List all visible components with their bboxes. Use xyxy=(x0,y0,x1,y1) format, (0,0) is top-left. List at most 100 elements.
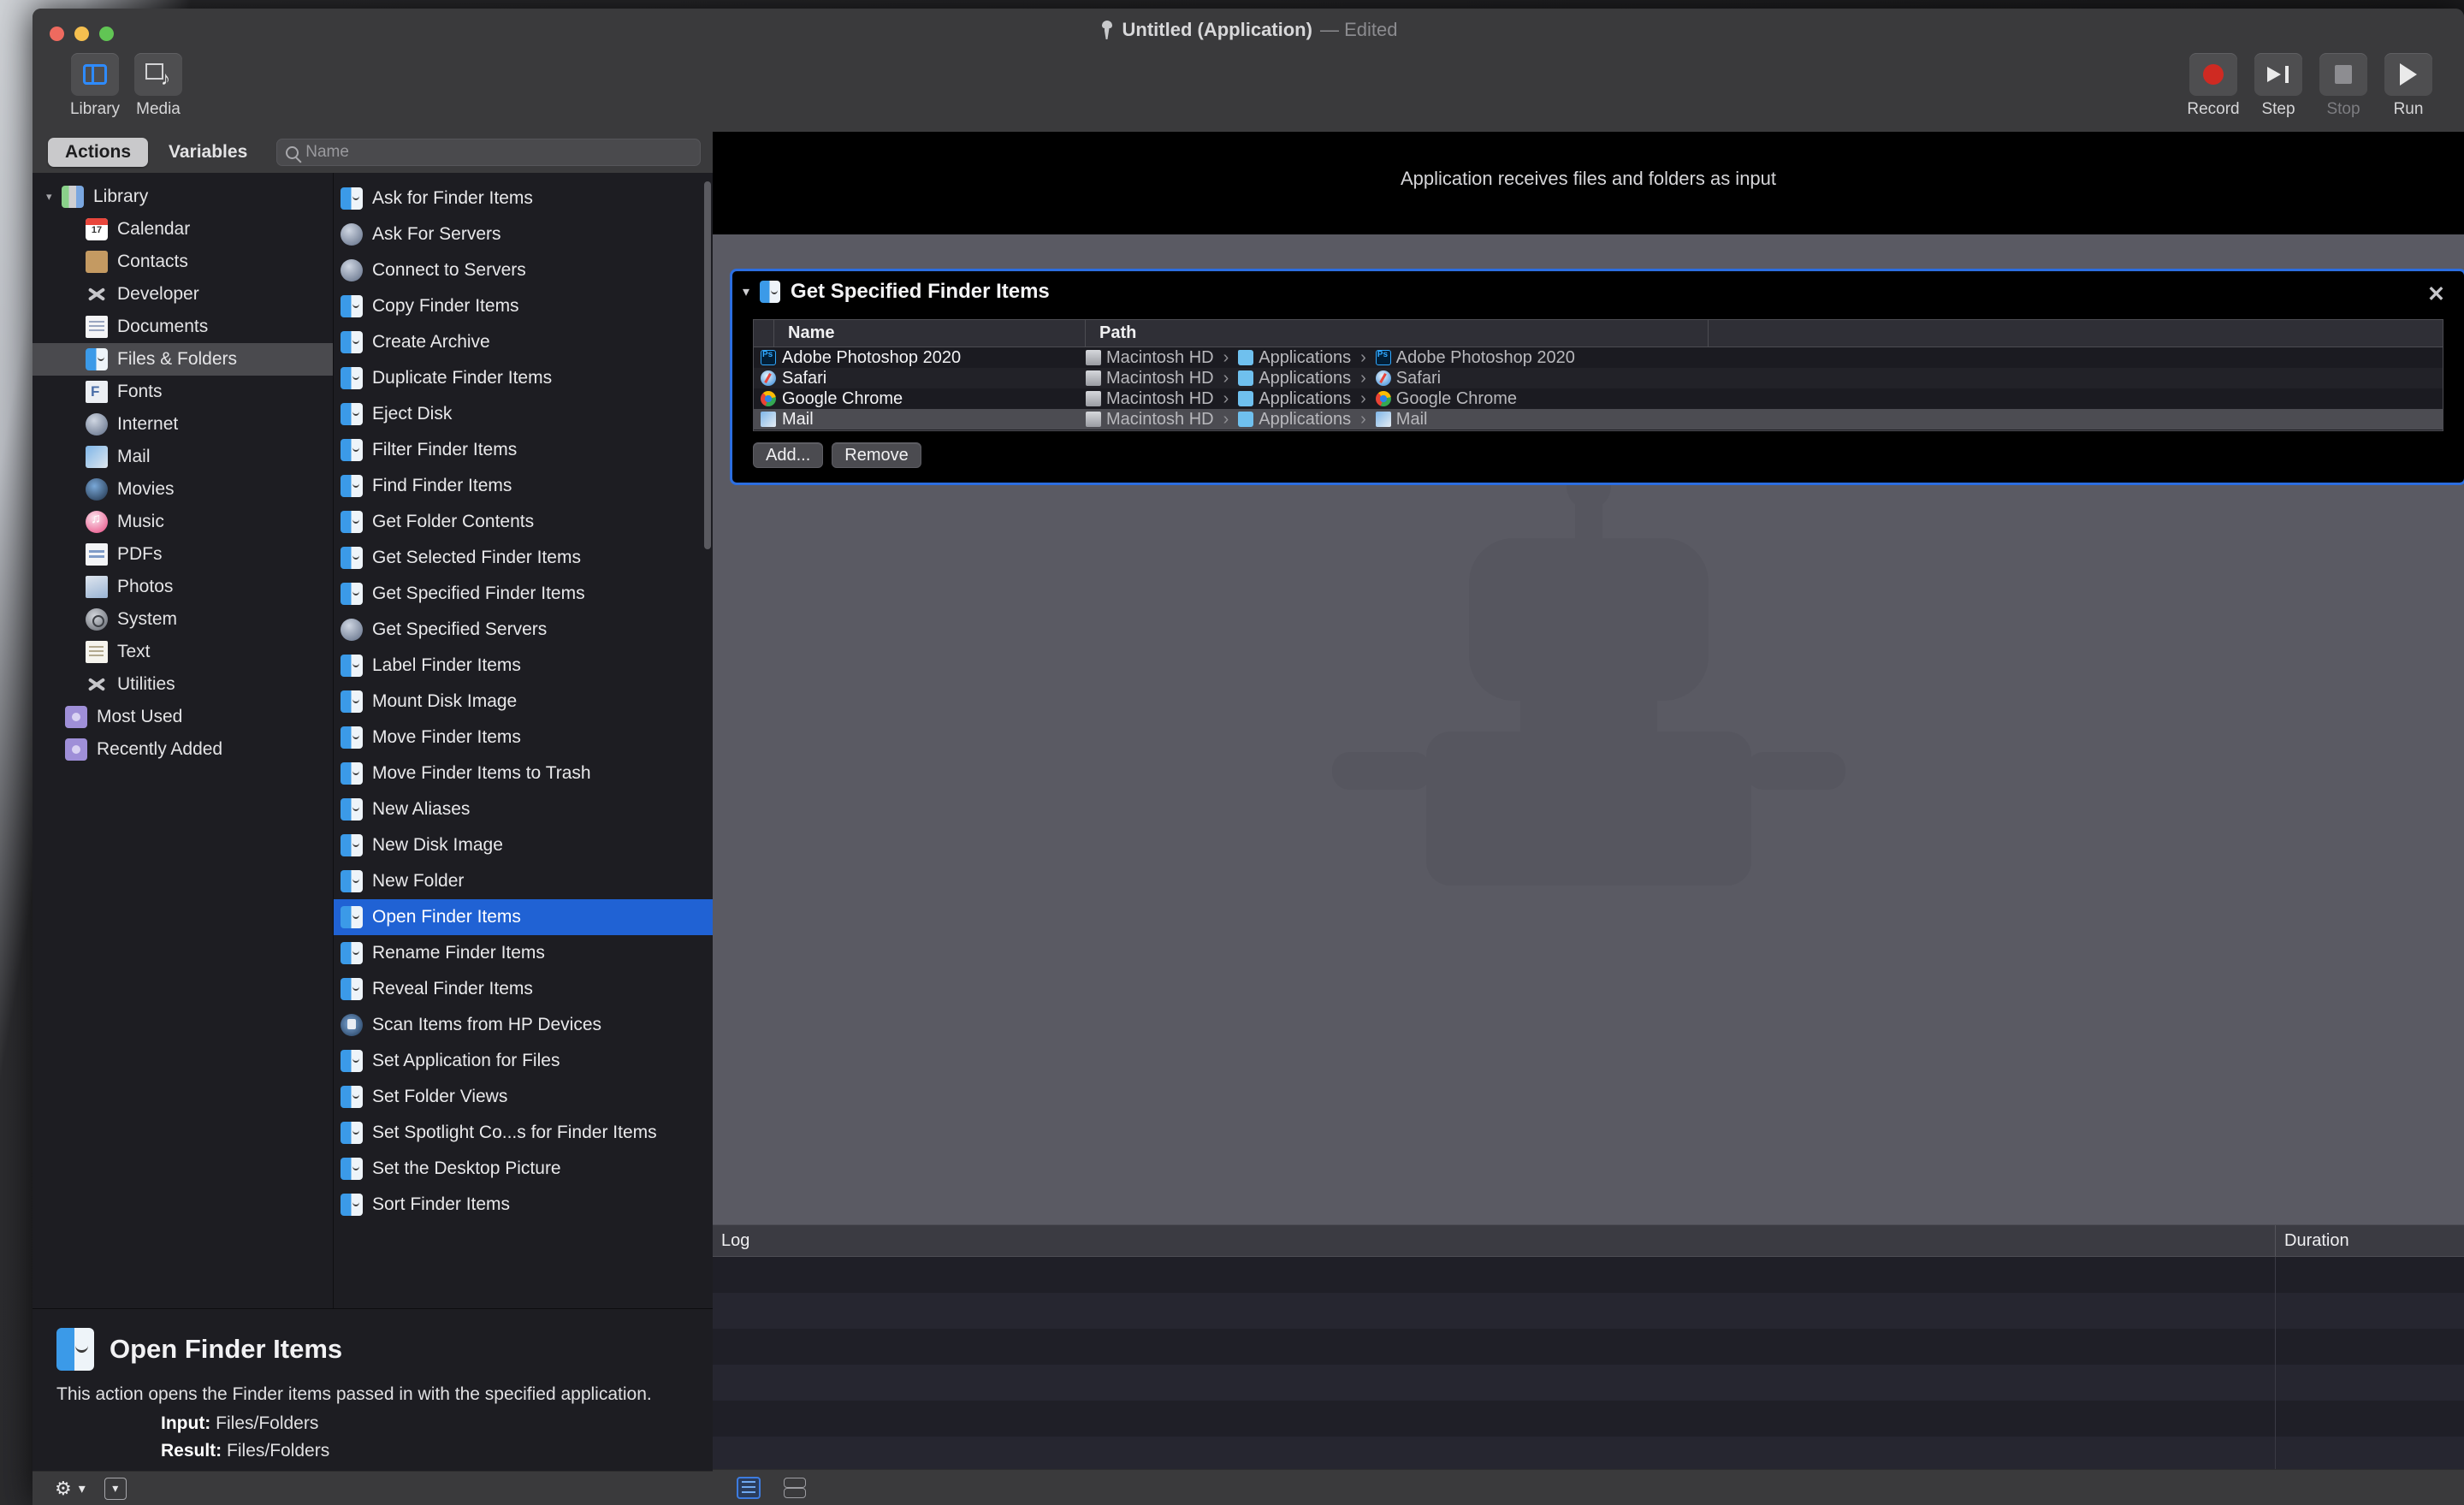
sidebar-item-photos[interactable]: Photos xyxy=(33,571,333,603)
sidebar-item-system[interactable]: System xyxy=(33,603,333,636)
action-item-set-application-for-files[interactable]: Set Application for Files xyxy=(334,1043,713,1079)
action-item-get-selected-finder-items[interactable]: Get Selected Finder Items xyxy=(334,540,713,576)
tab-variables[interactable]: Variables xyxy=(151,138,264,167)
finder-icon xyxy=(341,726,363,749)
add-button[interactable]: Add... xyxy=(753,442,824,468)
action-item-reveal-finder-items[interactable]: Reveal Finder Items xyxy=(334,971,713,1007)
sidebar-item-documents[interactable]: Documents xyxy=(33,311,333,343)
action-item-rename-finder-items[interactable]: Rename Finder Items xyxy=(334,935,713,971)
log-list-view-icon[interactable] xyxy=(737,1476,761,1499)
table-body[interactable]: Adobe Photoshop 2020 Macintosh HD › Applica… xyxy=(754,347,2443,430)
table-col-path[interactable]: Path xyxy=(1086,320,1709,347)
action-item-set-spotlight-co-s-for-finder-items[interactable]: Set Spotlight Co...s for Finder Items xyxy=(334,1115,713,1151)
table-col-name[interactable]: Name xyxy=(774,320,1086,347)
sidebar-item-internet[interactable]: Internet xyxy=(33,408,333,441)
path-segment: Google Chrome xyxy=(1375,389,1517,409)
tab-actions[interactable]: Actions xyxy=(48,138,149,167)
actions-list[interactable]: Ask for Finder Items Ask For Servers Conne… xyxy=(334,173,713,1308)
stop-button-label: Stop xyxy=(2326,100,2360,118)
close-icon[interactable]: ✕ xyxy=(2427,281,2445,307)
library-tree[interactable]: ▾ Library Calendar Contacts Developer Documen… xyxy=(33,173,334,1308)
action-item-filter-finder-items[interactable]: Filter Finder Items xyxy=(334,432,713,468)
action-item-scan-items-from-hp-devices[interactable]: Scan Items from HP Devices xyxy=(334,1007,713,1043)
remove-button[interactable]: Remove xyxy=(832,442,921,468)
action-item-label-finder-items[interactable]: Label Finder Items xyxy=(334,648,713,684)
sidebar-item-developer[interactable]: Developer xyxy=(33,278,333,311)
action-item-ask-for-finder-items[interactable]: Ask for Finder Items xyxy=(334,181,713,216)
sidebar-item-library[interactable]: ▾ Library xyxy=(33,181,333,213)
library-toolbar-button[interactable]: Library xyxy=(68,53,121,119)
action-item-set-the-desktop-picture[interactable]: Set the Desktop Picture xyxy=(334,1151,713,1187)
action-item-eject-disk[interactable]: Eject Disk xyxy=(334,396,713,432)
action-item-move-finder-items-to-trash[interactable]: Move Finder Items to Trash xyxy=(334,755,713,791)
sidebar-item-utilities[interactable]: Utilities xyxy=(33,668,333,701)
sidebar-item-calendar[interactable]: Calendar xyxy=(33,213,333,246)
action-item-new-aliases[interactable]: New Aliases xyxy=(334,791,713,827)
log-row[interactable] xyxy=(713,1437,2464,1472)
sidebar-item-movies[interactable]: Movies xyxy=(33,473,333,506)
action-item-set-folder-views[interactable]: Set Folder Views xyxy=(334,1079,713,1115)
finder-items-table[interactable]: Name Path Adobe Photoshop 2020Macintosh … xyxy=(753,319,2443,431)
table-row[interactable]: Google Chrome Macintosh HD › Applications › G… xyxy=(754,388,2443,409)
log-col-duration[interactable]: Duration xyxy=(2276,1225,2464,1256)
chevron-down-icon[interactable]: ▾ xyxy=(79,1480,86,1497)
action-item-ask-for-servers[interactable]: Ask For Servers xyxy=(334,216,713,252)
triangle-down-icon[interactable]: ▾ xyxy=(743,283,749,300)
workflow-action-card[interactable]: ▾ Get Specified Finder Items ✕ Name Path… xyxy=(730,269,2464,485)
sidebar-item-files-folders[interactable]: Files & Folders xyxy=(33,343,333,376)
action-item-connect-to-servers[interactable]: Connect to Servers xyxy=(334,252,713,288)
action-item-find-finder-items[interactable]: Find Finder Items xyxy=(334,468,713,504)
info-result-label: Result: xyxy=(161,1441,222,1461)
log-row[interactable] xyxy=(713,1293,2464,1329)
sidebar-item-label: Library xyxy=(93,187,149,206)
path-separator-icon: › xyxy=(1360,347,1366,367)
sidebar-item-recently-added[interactable]: Recently Added xyxy=(33,733,333,766)
record-button[interactable]: Record xyxy=(2187,53,2240,119)
action-item-new-folder[interactable]: New Folder xyxy=(334,863,713,899)
finder-icon xyxy=(86,348,108,370)
table-row[interactable]: Mail Macintosh HD › Applications › Mail xyxy=(754,409,2443,430)
action-item-copy-finder-items[interactable]: Copy Finder Items xyxy=(334,288,713,324)
table-col-icon[interactable] xyxy=(754,320,774,347)
action-item-get-specified-finder-items[interactable]: Get Specified Finder Items xyxy=(334,576,713,612)
log-row[interactable] xyxy=(713,1365,2464,1401)
action-item-mount-disk-image[interactable]: Mount Disk Image xyxy=(334,684,713,720)
step-button[interactable]: Step xyxy=(2252,53,2305,119)
sidebar-item-mail[interactable]: Mail xyxy=(33,441,333,473)
disclosure-chevron-icon[interactable]: ▾ xyxy=(104,1477,127,1500)
triangle-down-icon[interactable]: ▾ xyxy=(46,190,62,204)
path-segment: Macintosh HD xyxy=(1086,369,1214,388)
path-segment-label: Macintosh HD xyxy=(1106,409,1214,429)
log-row[interactable] xyxy=(713,1401,2464,1437)
sidebar-item-contacts[interactable]: Contacts xyxy=(33,246,333,278)
action-item-label: Get Folder Contents xyxy=(372,512,535,531)
action-item-sort-finder-items[interactable]: Sort Finder Items xyxy=(334,1187,713,1223)
action-item-open-finder-items[interactable]: Open Finder Items xyxy=(334,899,713,935)
search-field[interactable]: Name xyxy=(276,139,701,166)
log-row[interactable] xyxy=(713,1329,2464,1365)
sidebar-item-music[interactable]: Music xyxy=(33,506,333,538)
run-button[interactable]: Run xyxy=(2382,53,2435,119)
developer-tools-icon xyxy=(86,283,108,305)
sidebar-item-most-used[interactable]: Most Used xyxy=(33,701,333,733)
table-col-extra[interactable] xyxy=(1709,320,2443,347)
log-col-log[interactable]: Log xyxy=(713,1225,2276,1256)
log-split-view-icon[interactable] xyxy=(783,1477,807,1499)
sidebar-item-text[interactable]: Text xyxy=(33,636,333,668)
actions-list-scrollbar[interactable] xyxy=(704,181,711,549)
action-item-duplicate-finder-items[interactable]: Duplicate Finder Items xyxy=(334,360,713,396)
gear-icon[interactable]: ⚙ xyxy=(55,1478,72,1500)
action-item-new-disk-image[interactable]: New Disk Image xyxy=(334,827,713,863)
table-row[interactable]: Adobe Photoshop 2020 Macintosh HD › Applica… xyxy=(754,347,2443,368)
log-cell-duration xyxy=(2276,1329,2464,1365)
action-item-get-specified-servers[interactable]: Get Specified Servers xyxy=(334,612,713,648)
action-item-move-finder-items[interactable]: Move Finder Items xyxy=(334,720,713,755)
action-item-create-archive[interactable]: Create Archive xyxy=(334,324,713,360)
table-row[interactable]: Safari Macintosh HD › Applications › Safari xyxy=(754,368,2443,388)
sidebar-item-fonts[interactable]: Fonts xyxy=(33,376,333,408)
log-row[interactable] xyxy=(713,1257,2464,1293)
log-body[interactable] xyxy=(713,1257,2464,1505)
sidebar-item-pdfs[interactable]: PDFs xyxy=(33,538,333,571)
action-item-get-folder-contents[interactable]: Get Folder Contents xyxy=(334,504,713,540)
media-toolbar-button[interactable]: ♪ Media xyxy=(132,53,185,119)
